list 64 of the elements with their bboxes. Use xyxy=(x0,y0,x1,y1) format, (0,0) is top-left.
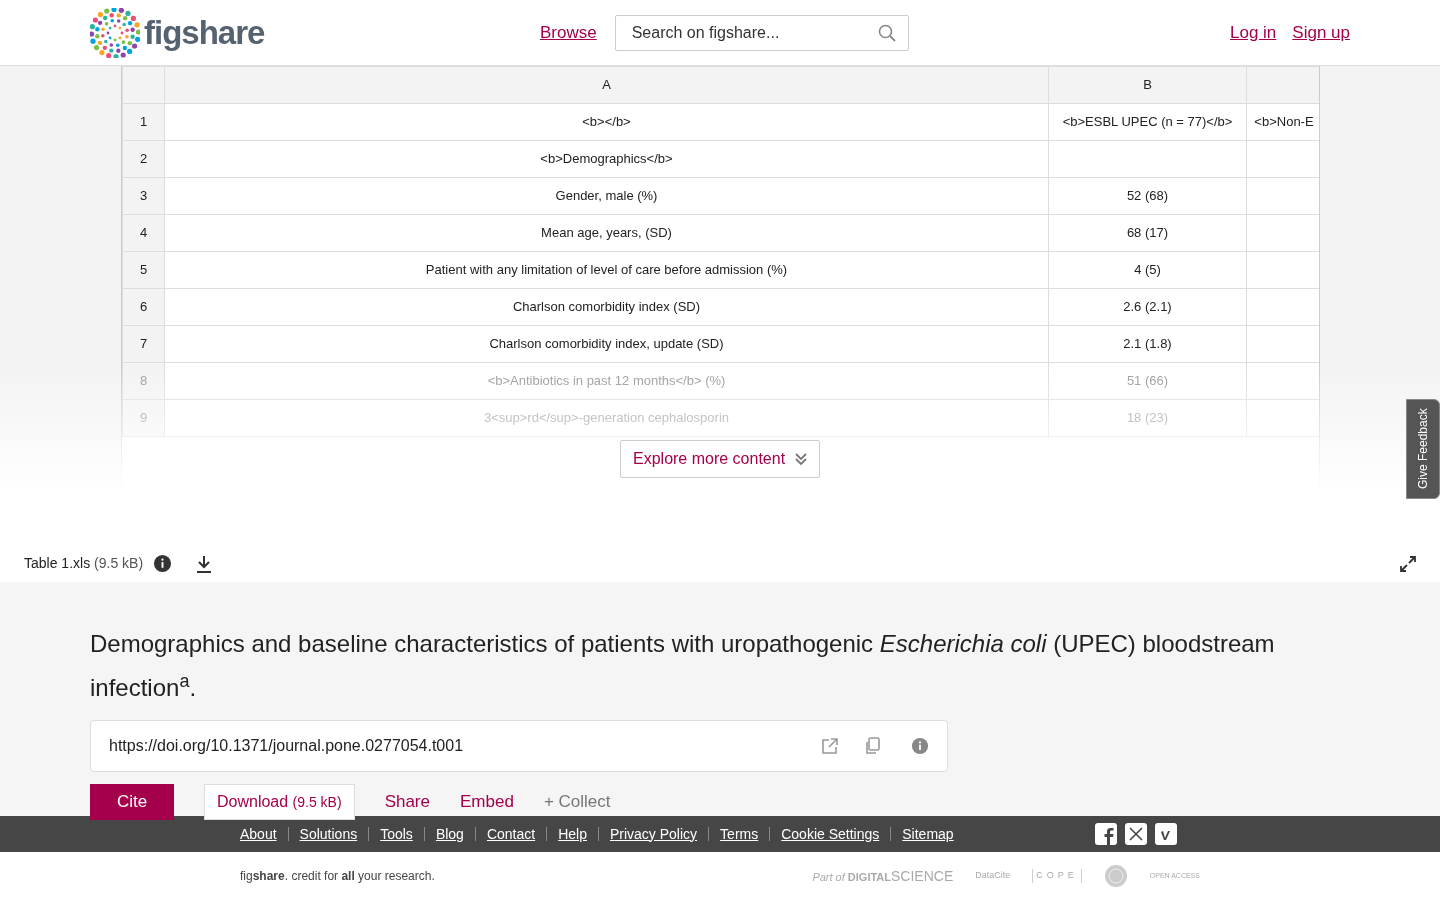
nav-link[interactable]: Browse xyxy=(540,19,597,46)
row-number: 2 xyxy=(122,140,165,178)
logo-icon xyxy=(90,7,140,58)
table-cell: Mean age, years, (SD) xyxy=(164,214,1049,252)
table-cell: 68 (17) xyxy=(1048,214,1247,252)
logo-wordmark[interactable]: figshare xyxy=(144,7,265,58)
row-number: 1 xyxy=(122,103,165,141)
collect-link[interactable]: + Collect xyxy=(543,789,611,815)
footer-link[interactable]: Terms xyxy=(708,823,759,845)
feedback-tab[interactable]: Give Feedback xyxy=(1406,399,1440,499)
info-icon[interactable] xyxy=(153,554,173,573)
footer-link[interactable]: Help xyxy=(546,823,587,845)
table-cell: 4 (5) xyxy=(1048,251,1247,289)
column-header: B xyxy=(1048,66,1247,104)
external-link-icon[interactable] xyxy=(821,737,839,755)
row-number: 5 xyxy=(122,251,165,289)
table-cell: 2.1 (1.8) xyxy=(1048,325,1247,363)
table-cell: Charlson comorbidity index, update (SD) xyxy=(164,325,1049,363)
footer-link[interactable]: Solutions xyxy=(287,823,358,845)
table-cell: 52 (68) xyxy=(1048,177,1247,215)
table-cell: 3<sup>rd</sup>-generation cephalosporin xyxy=(164,399,1049,437)
expand-icon[interactable] xyxy=(1400,555,1416,572)
table-cell: Charlson comorbidity index (SD) xyxy=(164,288,1049,326)
row-number: 7 xyxy=(122,325,165,363)
action-link[interactable]: Share xyxy=(384,789,430,815)
account-link[interactable]: Log in xyxy=(1230,19,1277,46)
footer-link[interactable]: Tools xyxy=(368,823,413,845)
download-icon[interactable] xyxy=(196,554,213,573)
table-cell: <b>Demographics</b> xyxy=(164,140,1049,178)
vimeo-icon[interactable] xyxy=(1154,823,1177,845)
search-field[interactable]: Search on figshare... xyxy=(629,19,878,46)
download-button[interactable]: Download (9.5 kB) xyxy=(204,784,355,820)
footer-link[interactable]: About xyxy=(240,823,277,845)
table-cell: Gender, male (%) xyxy=(164,177,1049,215)
account-link[interactable]: Sign up xyxy=(1292,19,1350,46)
explore-button[interactable]: Explore more content xyxy=(620,440,821,478)
item-title: Demographics and baseline characteristics of patients with uropathogenic Escherichia coli (UPEC) bloodstream infection$^{a}$. xyxy=(90,629,1276,703)
footer-link[interactable]: Blog xyxy=(423,823,464,845)
footer-link[interactable]: Cookie Settings xyxy=(769,823,880,845)
file-name: Table 1.xls (9.5 kB) xyxy=(24,554,144,573)
table-cell: 51 (66) xyxy=(1048,362,1247,400)
search-box[interactable]: Search on figshare... xyxy=(614,14,909,51)
table-cell: <b>Antibiotics in past 12 months</b> (%) xyxy=(164,362,1049,400)
row-number: 4 xyxy=(122,214,165,252)
footer-link[interactable]: Sitemap xyxy=(890,823,954,845)
row-number: 6 xyxy=(122,288,165,326)
column-header: A xyxy=(164,66,1049,104)
doi-link[interactable]: https://doi.org/10.1371/journal.pone.0277054.t001 xyxy=(109,734,795,758)
chevron-down-icon xyxy=(795,452,808,466)
table-cell: <b></b> xyxy=(164,103,1049,141)
cite-button[interactable]: Cite xyxy=(90,784,174,820)
footer-link[interactable]: Privacy Policy xyxy=(597,823,698,845)
row-number: 8 xyxy=(122,362,165,400)
search-icon[interactable] xyxy=(877,23,896,42)
x-icon[interactable] xyxy=(1124,823,1147,845)
row-number: 3 xyxy=(122,177,165,215)
table-cell: 2.6 (2.1) xyxy=(1048,288,1247,326)
footer-link[interactable]: Contact xyxy=(474,823,536,845)
action-link[interactable]: Embed xyxy=(460,789,514,815)
facebook-icon[interactable] xyxy=(1094,823,1117,845)
table-cell: Patient with any limitation of level of care before admission (%) xyxy=(164,251,1049,289)
table-cell: 18 (23) xyxy=(1048,399,1247,437)
table-cell: <b>ESBL UPEC (n = 77)</b> xyxy=(1048,103,1247,141)
tagline: figshare. credit for all your research. xyxy=(240,868,435,885)
